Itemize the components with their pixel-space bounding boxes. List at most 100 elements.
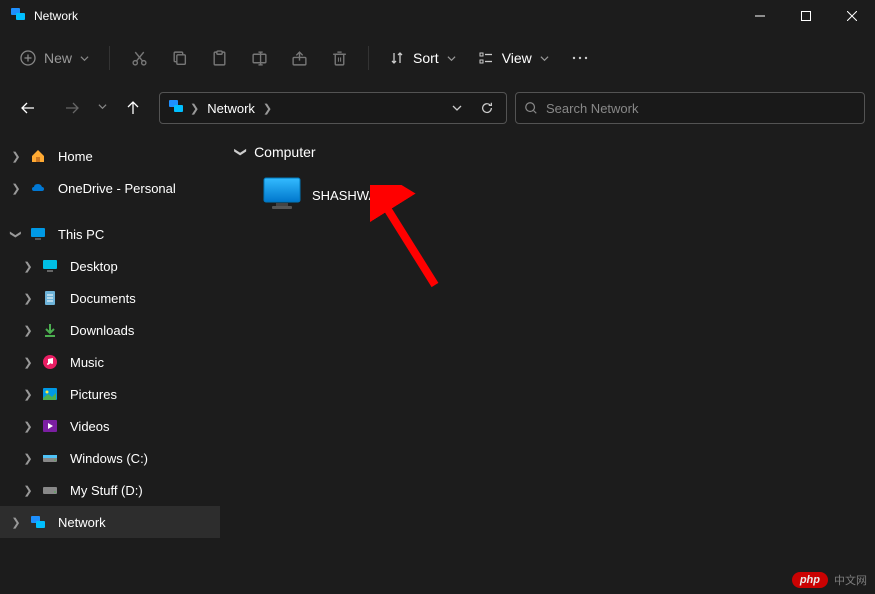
- items-grid: SHASHWAT: [236, 170, 859, 220]
- chevron-right-icon[interactable]: ❯: [8, 516, 24, 529]
- group-header-computer[interactable]: ❯ Computer: [236, 144, 859, 160]
- navigation-sidebar: ❯ Home ❯ OneDrive - Personal ❯ This PC ❯…: [0, 132, 220, 594]
- home-icon: [28, 146, 48, 166]
- chevron-right-icon[interactable]: ❯: [20, 484, 36, 497]
- sort-label: Sort: [413, 50, 439, 66]
- sidebar-item-label: Documents: [70, 291, 136, 306]
- back-button[interactable]: [10, 90, 46, 126]
- sidebar-item-label: Desktop: [70, 259, 118, 274]
- sidebar-item-label: Network: [58, 515, 106, 530]
- rename-button[interactable]: [240, 40, 278, 76]
- navigation-bar: ❯ Network ❯: [0, 84, 875, 132]
- chevron-right-icon[interactable]: ❯: [20, 452, 36, 465]
- address-bar[interactable]: ❯ Network ❯: [159, 92, 507, 124]
- search-icon: [524, 101, 538, 115]
- sidebar-item-downloads[interactable]: ❯ Downloads: [0, 314, 220, 346]
- chevron-right-icon[interactable]: ❯: [8, 150, 24, 163]
- sidebar-item-videos[interactable]: ❯ Videos: [0, 410, 220, 442]
- delete-button[interactable]: [320, 40, 358, 76]
- sidebar-item-label: Pictures: [70, 387, 117, 402]
- chevron-right-icon[interactable]: ❯: [20, 388, 36, 401]
- sidebar-item-windows-c[interactable]: ❯ Windows (C:): [0, 442, 220, 474]
- chevron-down-icon: [447, 54, 456, 63]
- computer-item-label: SHASHWAT: [312, 188, 384, 203]
- chevron-down-icon[interactable]: ❯: [10, 226, 23, 242]
- search-bar[interactable]: [515, 92, 865, 124]
- separator: [109, 46, 110, 70]
- new-button-label: New: [44, 50, 72, 66]
- monitor-icon: [28, 224, 48, 244]
- watermark-text: 中文网: [834, 572, 867, 588]
- close-button[interactable]: [829, 0, 875, 32]
- up-button[interactable]: [115, 90, 151, 126]
- sidebar-item-onedrive[interactable]: ❯ OneDrive - Personal: [0, 172, 220, 204]
- copy-button[interactable]: [160, 40, 198, 76]
- sidebar-item-pictures[interactable]: ❯ Pictures: [0, 378, 220, 410]
- maximize-button[interactable]: [783, 0, 829, 32]
- chevron-right-icon[interactable]: ❯: [20, 420, 36, 433]
- sidebar-item-label: Videos: [70, 419, 110, 434]
- music-icon: [40, 352, 60, 372]
- chevron-right-icon[interactable]: ❯: [8, 182, 24, 195]
- more-button[interactable]: [561, 40, 599, 76]
- sidebar-item-label: Windows (C:): [70, 451, 148, 466]
- view-button[interactable]: View: [468, 44, 559, 72]
- videos-icon: [40, 416, 60, 436]
- chevron-right-icon[interactable]: ❯: [20, 324, 36, 337]
- sidebar-item-desktop[interactable]: ❯ Desktop: [0, 250, 220, 282]
- sidebar-item-music[interactable]: ❯ Music: [0, 346, 220, 378]
- new-button[interactable]: New: [10, 44, 99, 72]
- paste-button[interactable]: [200, 40, 238, 76]
- chevron-down-icon: [540, 54, 549, 63]
- drive-icon: [40, 480, 60, 500]
- crumb-separator-icon[interactable]: ❯: [188, 102, 201, 115]
- titlebar: Network: [0, 0, 875, 32]
- sidebar-item-home[interactable]: ❯ Home: [0, 140, 220, 172]
- network-icon: [28, 512, 48, 532]
- sort-button[interactable]: Sort: [379, 44, 466, 72]
- documents-icon: [40, 288, 60, 308]
- pictures-icon: [40, 384, 60, 404]
- window-title: Network: [34, 9, 737, 23]
- chevron-down-icon: [80, 54, 89, 63]
- minimize-button[interactable]: [737, 0, 783, 32]
- view-label: View: [502, 50, 532, 66]
- sidebar-item-network[interactable]: ❯ Network: [0, 506, 220, 538]
- chevron-right-icon[interactable]: ❯: [20, 356, 36, 369]
- computer-item-shashwat[interactable]: SHASHWAT: [256, 170, 456, 220]
- sidebar-item-label: Home: [58, 149, 93, 164]
- sidebar-item-label: Downloads: [70, 323, 134, 338]
- view-icon: [478, 50, 494, 66]
- plus-circle-icon: [20, 50, 36, 66]
- sidebar-item-documents[interactable]: ❯ Documents: [0, 282, 220, 314]
- desktop-icon: [40, 256, 60, 276]
- chevron-down-icon[interactable]: ❯: [234, 147, 248, 157]
- network-app-icon: [10, 6, 26, 27]
- separator: [368, 46, 369, 70]
- command-toolbar: New Sort View: [0, 32, 875, 84]
- cut-button[interactable]: [120, 40, 158, 76]
- chevron-right-icon[interactable]: ❯: [20, 292, 36, 305]
- sidebar-item-label: OneDrive - Personal: [58, 181, 176, 196]
- watermark-badge: php: [792, 572, 828, 588]
- share-button[interactable]: [280, 40, 318, 76]
- breadcrumb-network[interactable]: Network: [201, 97, 261, 120]
- chevron-right-icon[interactable]: ❯: [20, 260, 36, 273]
- sidebar-item-label: This PC: [58, 227, 104, 242]
- search-input[interactable]: [546, 101, 856, 116]
- sort-icon: [389, 50, 405, 66]
- refresh-button[interactable]: [472, 94, 502, 122]
- address-dropdown-button[interactable]: [442, 94, 472, 122]
- crumb-separator-icon[interactable]: ❯: [261, 102, 274, 115]
- sidebar-item-label: My Stuff (D:): [70, 483, 143, 498]
- computer-icon: [262, 176, 302, 214]
- main-pane: ❯ Computer SHASHWAT: [220, 132, 875, 594]
- sidebar-item-mystuff-d[interactable]: ❯ My Stuff (D:): [0, 474, 220, 506]
- downloads-icon: [40, 320, 60, 340]
- onedrive-icon: [28, 178, 48, 198]
- recent-chevron-icon[interactable]: [98, 102, 107, 114]
- forward-button[interactable]: [54, 90, 90, 126]
- sidebar-item-label: Music: [70, 355, 104, 370]
- sidebar-item-thispc[interactable]: ❯ This PC: [0, 218, 220, 250]
- watermark: php 中文网: [792, 572, 867, 588]
